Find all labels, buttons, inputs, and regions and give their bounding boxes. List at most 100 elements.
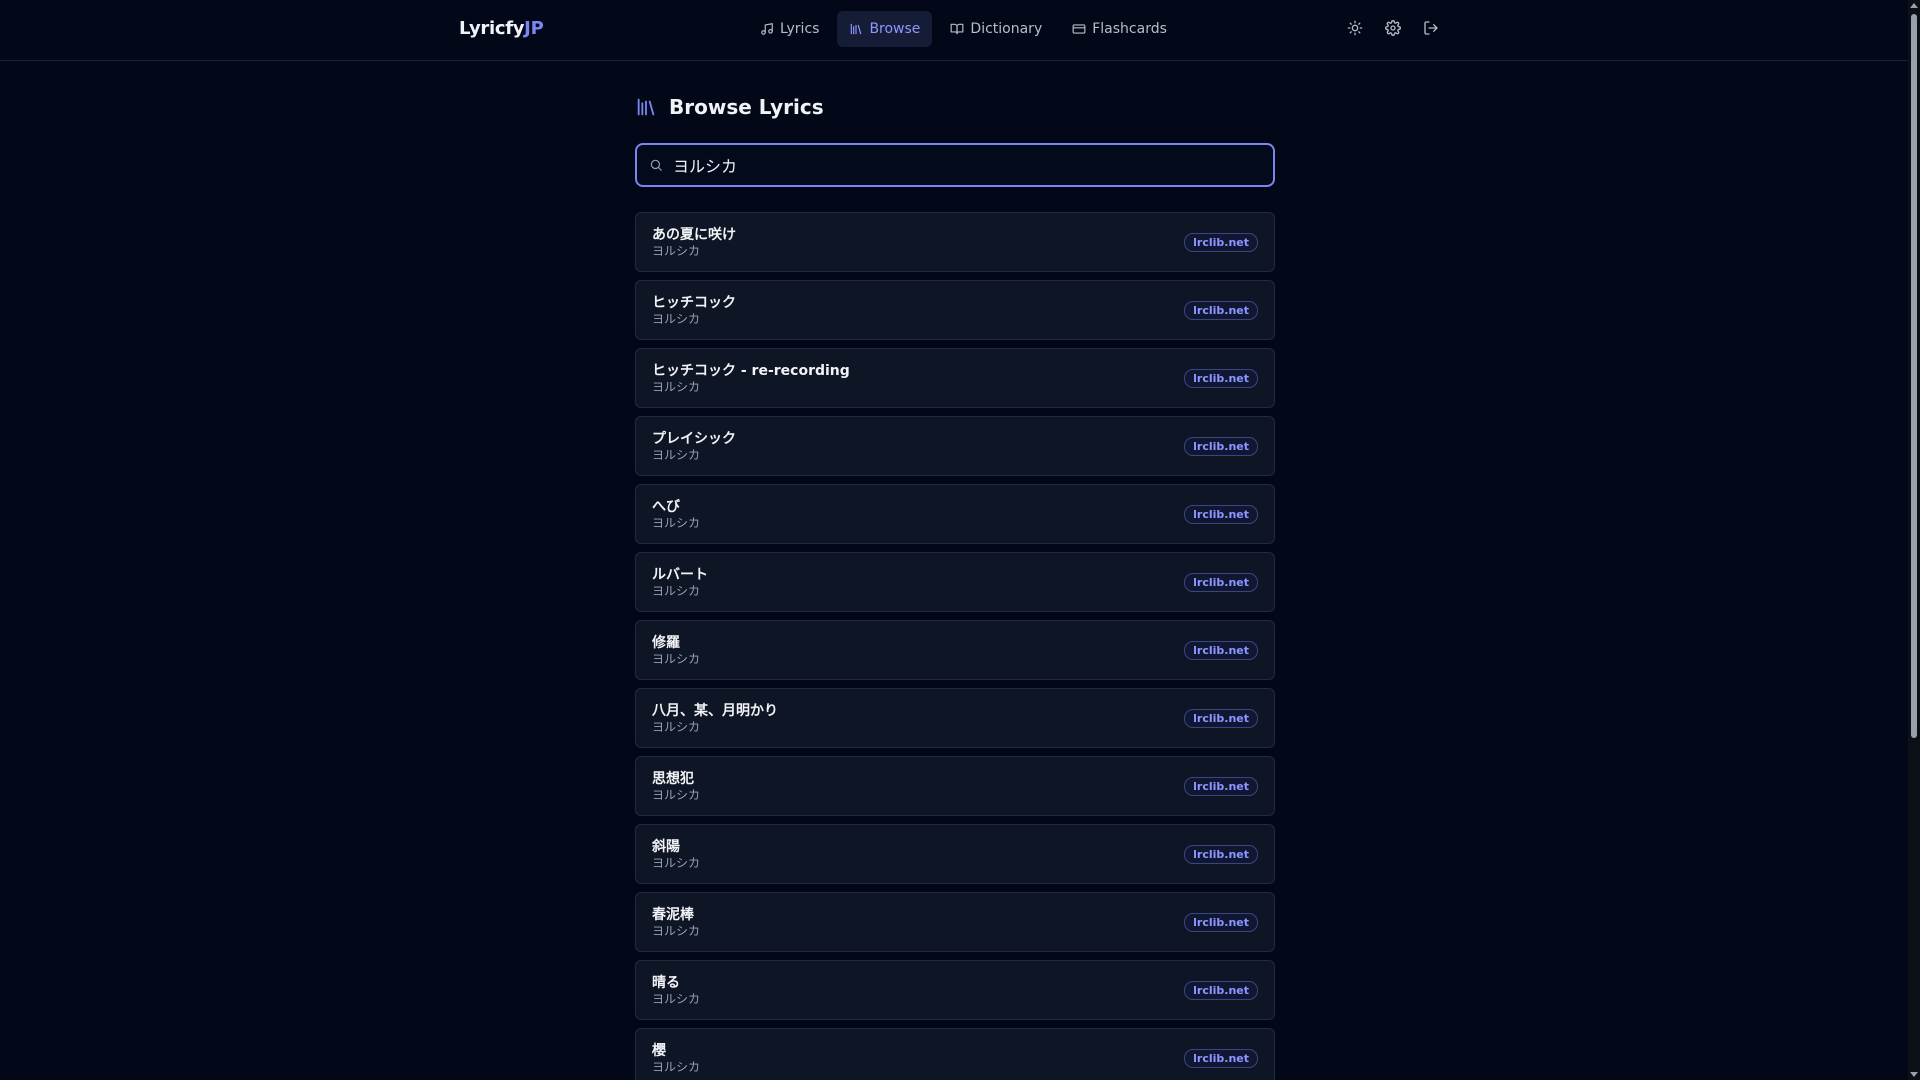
result-text: へび ヨルシカ <box>652 498 700 531</box>
scrollbar-thumb[interactable] <box>1911 14 1917 738</box>
result-text: ヒッチコック - re-recording ヨルシカ <box>652 362 850 395</box>
artist-name: ヨルシカ <box>652 651 701 666</box>
source-badge: lrclib.net <box>1184 232 1258 252</box>
artist-name: ヨルシカ <box>652 583 701 598</box>
page-title: Browse Lyrics <box>669 95 824 119</box>
scroll-up-arrow-icon[interactable] <box>1910 3 1918 8</box>
logout-button[interactable] <box>1420 17 1442 39</box>
result-text: 晴る ヨルシカ <box>652 974 700 1007</box>
song-title: 晴る <box>652 974 680 991</box>
page-scrollbar[interactable] <box>1908 0 1920 1080</box>
source-badge: lrclib.net <box>1184 368 1258 388</box>
nav-browse[interactable]: Browse <box>837 11 933 47</box>
source-badge: lrclib.net <box>1184 640 1258 660</box>
song-title: へび <box>652 498 680 515</box>
logo-accent-text: JP <box>524 18 544 39</box>
artist-name: ヨルシカ <box>652 447 701 462</box>
result-row[interactable]: ヒッチコック - re-recording ヨルシカ lrclib.net <box>635 348 1275 408</box>
library-icon <box>851 23 862 35</box>
music-icon <box>761 23 773 35</box>
result-row[interactable]: ルバート ヨルシカ lrclib.net <box>635 552 1275 612</box>
nav-dictionary-label: Dictionary <box>970 21 1043 37</box>
artist-name: ヨルシカ <box>652 243 701 258</box>
song-title: 八月、某、月明かり <box>652 702 778 719</box>
song-title: 櫻 <box>652 1042 666 1059</box>
nav-flashcards-label: Flashcards <box>1092 21 1167 37</box>
scroll-down-arrow-icon[interactable] <box>1910 1072 1918 1077</box>
source-badge: lrclib.net <box>1184 844 1258 864</box>
nav-dictionary[interactable]: Dictionary <box>938 11 1054 47</box>
result-row[interactable]: 櫻ヨルシカ lrclib.net <box>635 1028 1275 1080</box>
result-row[interactable]: 晴る ヨルシカ lrclib.net <box>635 960 1275 1020</box>
artist-name: ヨルシカ <box>652 515 701 530</box>
result-row[interactable]: 八月、某、月明かり ヨルシカ lrclib.net <box>635 688 1275 748</box>
result-text: プレイシック ヨルシカ <box>652 430 736 463</box>
source-badge: lrclib.net <box>1184 436 1258 456</box>
result-text: ルバート ヨルシカ <box>652 566 708 599</box>
result-row[interactable]: へび ヨルシカ lrclib.net <box>635 484 1275 544</box>
result-text: あの夏に咲け ヨルシカ <box>652 226 736 259</box>
artist-name: ヨルシカ <box>652 787 701 802</box>
top-navbar: LyricfyJP Lyrics Browse Dictionary Flash… <box>0 0 1908 61</box>
result-text: 春泥棒 ヨルシカ <box>652 906 700 939</box>
browse-page: LyricfyJP Lyrics Browse Dictionary Flash… <box>0 0 1920 1080</box>
result-text: 八月、某、月明かり ヨルシカ <box>652 702 778 735</box>
nav-browse-label: Browse <box>869 21 921 37</box>
artist-name: ヨルシカ <box>652 719 701 734</box>
source-badge: lrclib.net <box>1184 1048 1258 1068</box>
artist-name: ヨルシカ <box>652 311 701 326</box>
result-text: 修羅 ヨルシカ <box>652 634 700 667</box>
nav-lyrics[interactable]: Lyrics <box>748 11 831 47</box>
nav-flashcards[interactable]: Flashcards <box>1060 11 1179 47</box>
result-row[interactable]: あの夏に咲け ヨルシカ lrclib.net <box>635 212 1275 272</box>
artist-name: ヨルシカ <box>652 991 701 1006</box>
result-text: 斜陽 ヨルシカ <box>652 838 700 871</box>
song-title: 思想犯 <box>652 770 694 787</box>
header-actions <box>1344 17 1442 39</box>
result-text: 思想犯 ヨルシカ <box>652 770 700 803</box>
result-row[interactable]: 斜陽 ヨルシカ lrclib.net <box>635 824 1275 884</box>
theme-toggle-button[interactable] <box>1344 17 1366 39</box>
gear-icon <box>1385 20 1401 36</box>
book-icon <box>951 23 964 35</box>
source-badge: lrclib.net <box>1184 504 1258 524</box>
result-text: ヒッチコック ヨルシカ <box>652 294 736 327</box>
results-list: あの夏に咲け ヨルシカ lrclib.net ヒッチコック ヨルシカ lrclib.net… <box>635 212 1275 1080</box>
sun-icon <box>1347 20 1363 36</box>
source-badge: lrclib.net <box>1184 912 1258 932</box>
source-badge: lrclib.net <box>1184 300 1258 320</box>
main-nav: Lyrics Browse Dictionary Flashcards <box>748 11 1179 47</box>
app-logo[interactable]: LyricfyJP <box>459 18 544 39</box>
song-title: 斜陽 <box>652 838 680 855</box>
artist-name: ヨルシカ <box>652 1059 701 1074</box>
result-row[interactable]: プレイシック ヨルシカ lrclib.net <box>635 416 1275 476</box>
search-icon <box>650 159 662 171</box>
settings-button[interactable] <box>1382 17 1404 39</box>
result-row[interactable]: ヒッチコック ヨルシカ lrclib.net <box>635 280 1275 340</box>
logo-text: Lyricfy <box>459 18 525 39</box>
result-row[interactable]: 思想犯 ヨルシカ lrclib.net <box>635 756 1275 816</box>
artist-name: ヨルシカ <box>652 379 701 394</box>
search-box[interactable] <box>635 143 1275 187</box>
source-badge: lrclib.net <box>1184 708 1258 728</box>
search-input[interactable] <box>671 154 1235 176</box>
result-text: 櫻ヨルシカ <box>652 1042 700 1075</box>
result-row[interactable]: 春泥棒 ヨルシカ lrclib.net <box>635 892 1275 952</box>
cards-icon <box>1072 24 1086 34</box>
logout-icon <box>1424 21 1438 35</box>
song-title: 修羅 <box>652 634 680 651</box>
song-title: ルバート <box>652 566 708 583</box>
song-title: 春泥棒 <box>652 906 694 923</box>
source-badge: lrclib.net <box>1184 572 1258 592</box>
song-title: プレイシック <box>652 430 736 447</box>
nav-lyrics-label: Lyrics <box>780 21 820 37</box>
artist-name: ヨルシカ <box>652 923 701 938</box>
result-row[interactable]: 修羅 ヨルシカ lrclib.net <box>635 620 1275 680</box>
source-badge: lrclib.net <box>1184 776 1258 796</box>
song-title: ヒッチコック <box>652 294 736 311</box>
library-icon <box>637 98 655 116</box>
page-header: Browse Lyrics <box>635 92 1275 122</box>
artist-name: ヨルシカ <box>652 855 701 870</box>
song-title: あの夏に咲け <box>652 226 736 243</box>
main-content: Browse Lyrics あの夏に咲けヨルシカlrclib.netヒッチコック… <box>635 92 1275 1080</box>
